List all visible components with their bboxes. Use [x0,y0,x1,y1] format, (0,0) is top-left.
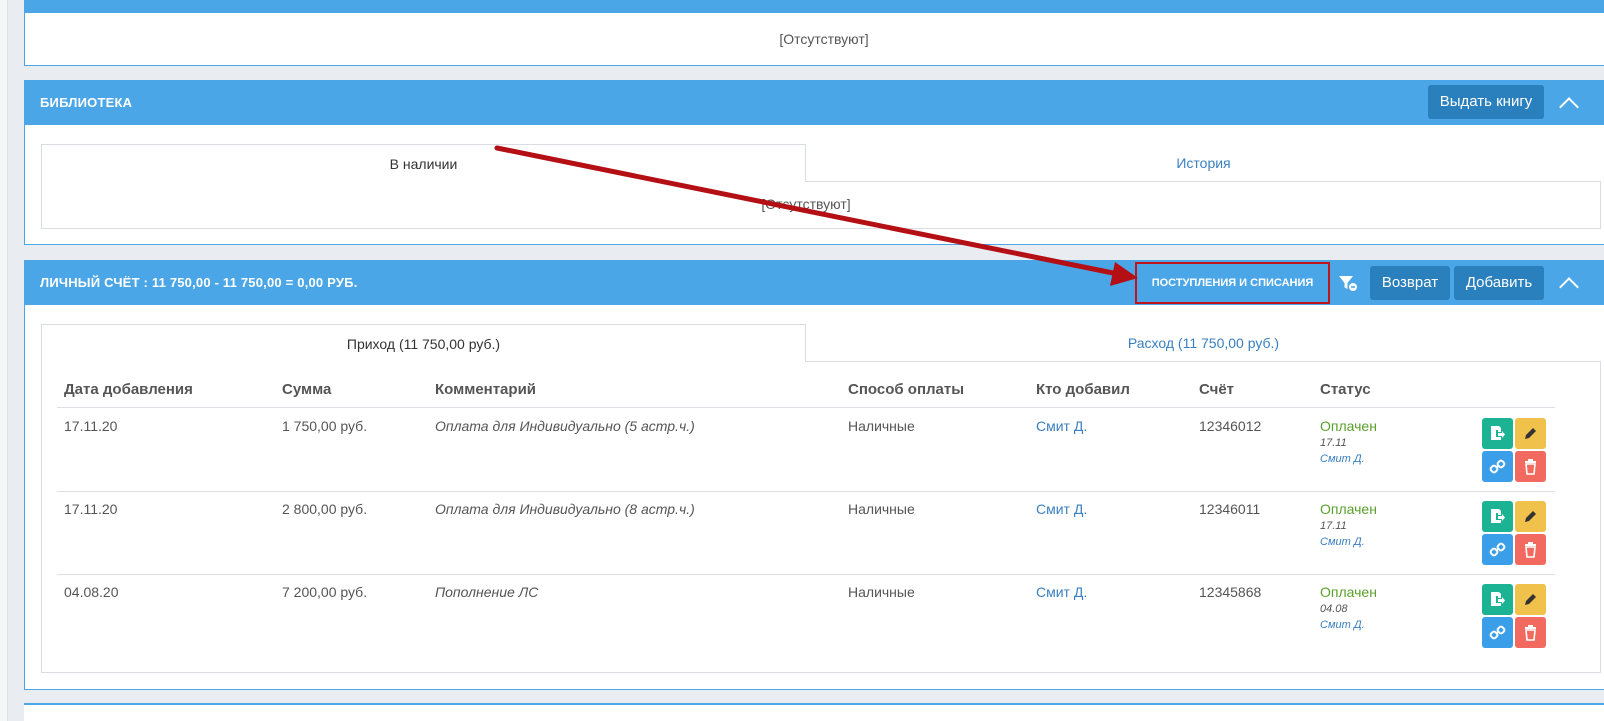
row-author-link[interactable]: Смит Д. [1036,584,1087,600]
row-amount: 2 800,00 руб. [282,501,368,517]
row-payment-method: Наличные [848,501,915,517]
link-button[interactable] [1482,617,1513,648]
library-empty-text: [Отсутствуют] [761,196,851,212]
row-invoice: 12345868 [1199,584,1262,600]
row-comment: Пополнение ЛС [435,584,539,600]
pencil-icon [1525,594,1536,605]
delete-button[interactable] [1515,617,1546,648]
row-status-date: 04.08 [1320,603,1348,615]
link-icon [1489,542,1506,557]
edit-button[interactable] [1515,418,1546,449]
edit-button[interactable] [1515,501,1546,532]
delete-button[interactable] [1515,451,1546,482]
export-receipt-button[interactable] [1482,584,1513,615]
link-button[interactable] [1482,534,1513,565]
export-receipt-button[interactable] [1482,501,1513,532]
row-payment-method: Наличные [848,418,915,434]
row-comment: Оплата для Индивидуально (5 астр.ч.) [435,418,695,434]
tab-income[interactable]: Приход (11 750,00 руб.) [41,324,806,362]
receipt-export-icon [1491,509,1505,523]
library-tab-content: [Отсутствуют] [41,181,1601,229]
row-date: 17.11.20 [64,501,118,517]
left-sidebar-strip [0,0,8,721]
top-panel: [Отсутствуют] [24,0,1604,66]
return-button[interactable]: Возврат [1370,266,1450,300]
export-receipt-button[interactable] [1482,418,1513,449]
row-author-link[interactable]: Смит Д. [1036,418,1087,434]
row-comment: Оплата для Индивидуально (8 астр.ч.) [435,501,695,517]
edit-button[interactable] [1515,584,1546,615]
account-tabs: Приход (11 750,00 руб.) Расход (11 750,0… [41,324,1601,362]
library-title: Библиотека [40,95,133,110]
issue-book-button[interactable]: Выдать книгу [1428,85,1544,119]
next-panel-edge [24,703,1604,721]
row-status-author: Смит Д. [1320,619,1365,631]
row-status: Оплачен [1320,584,1377,600]
row-invoice: 12346012 [1199,418,1262,434]
account-panel-header: Личный счёт : 11 750,00 - 11 750,00 = 0,… [25,261,1604,305]
column-header-date[interactable]: Дата добавления [64,381,193,398]
account-title: Личный счёт : 11 750,00 - 11 750,00 = 0,… [40,275,358,290]
row-date: 04.08.20 [64,584,119,600]
pencil-icon [1525,428,1536,439]
income-expenses-button[interactable]: Поступления и списания [1135,262,1330,304]
top-panel-empty-text: [Отсутствуют] [779,31,869,47]
column-header-comment[interactable]: Комментарий [435,381,536,398]
trash-icon [1525,542,1536,558]
pencil-icon [1525,511,1536,522]
account-panel: Личный счёт : 11 750,00 - 11 750,00 = 0,… [24,260,1604,690]
column-header-payment-method[interactable]: Способ оплаты [848,381,964,398]
chevron-up-icon[interactable] [1559,277,1579,297]
tab-in-stock[interactable]: В наличии [41,144,806,182]
chevron-up-icon[interactable] [1559,97,1579,117]
table-divider [57,574,1555,575]
row-amount: 7 200,00 руб. [282,584,368,600]
row-status-date: 17.11 [1320,520,1347,532]
row-status: Оплачен [1320,501,1377,517]
link-icon [1489,459,1506,474]
filter-icon[interactable] [1338,274,1358,292]
link-icon [1489,625,1506,640]
library-tabs: В наличии История [41,144,1601,182]
tab-history[interactable]: История [806,144,1601,182]
row-status: Оплачен [1320,418,1377,434]
delete-button[interactable] [1515,534,1546,565]
library-panel-header: Библиотека Выдать книгу [25,81,1604,125]
row-amount: 1 750,00 руб. [282,418,368,434]
column-header-added-by[interactable]: Кто добавил [1036,381,1130,398]
top-panel-header [25,0,1604,13]
receipt-export-icon [1491,426,1505,440]
row-payment-method: Наличные [848,584,915,600]
row-status-author: Смит Д. [1320,536,1365,548]
row-invoice: 12346011 [1199,501,1261,517]
add-button[interactable]: Добавить [1454,266,1544,300]
row-status-date: 17.11 [1320,437,1347,449]
table-divider [57,491,1555,492]
link-button[interactable] [1482,451,1513,482]
table-divider [57,407,1555,408]
library-panel: Библиотека Выдать книгу В наличии Истори… [24,80,1604,245]
receipt-export-icon [1491,592,1505,606]
row-date: 17.11.20 [64,418,118,434]
row-status-author: Смит Д. [1320,453,1365,465]
trash-icon [1525,459,1536,475]
trash-icon [1525,625,1536,641]
column-header-amount[interactable]: Сумма [282,381,331,398]
row-author-link[interactable]: Смит Д. [1036,501,1087,517]
column-header-invoice[interactable]: Счёт [1199,381,1234,398]
column-header-status[interactable]: Статус [1320,381,1371,398]
tab-expense[interactable]: Расход (11 750,00 руб.) [806,324,1601,362]
